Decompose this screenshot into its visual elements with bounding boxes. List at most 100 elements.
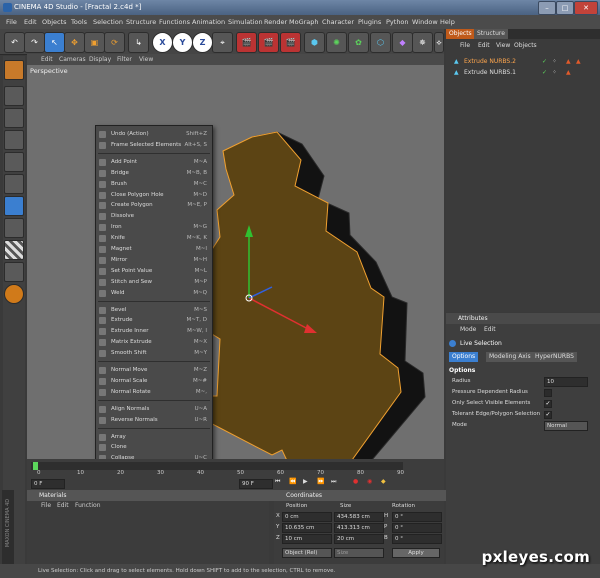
context-menu-item[interactable]: Clone [96,442,212,453]
objects-menu-file[interactable]: File [460,41,470,51]
polygons-mode-icon[interactable] [4,196,24,216]
menu-mograph[interactable]: MoGraph [289,15,319,29]
tag-icon[interactable]: ▲ [566,57,571,67]
menu-character[interactable]: Character [322,15,354,29]
time-slider-handle[interactable] [33,462,38,470]
tab-objects[interactable]: Objects [446,29,475,39]
rotation-h-field[interactable]: 0 ° [392,512,442,522]
materials-menu-function[interactable]: Function [75,501,101,511]
keyframe-icon[interactable]: ◆ [381,478,386,485]
prev-key-icon[interactable]: ⏪ [289,478,296,485]
render-flag-icon[interactable]: ⁘ [552,57,557,67]
snap-icon[interactable] [4,262,24,282]
record-icon[interactable]: ● [353,478,358,485]
sculpt-icon[interactable] [4,284,24,304]
context-menu-item[interactable]: Normal Scale M~# [96,376,212,387]
viewport-menu-cameras[interactable]: Cameras [59,54,86,65]
tab-structure[interactable]: Structure [474,29,508,39]
coordinate-system-icon[interactable]: ⌖ [212,32,233,53]
materials-menu-edit[interactable]: Edit [57,501,69,511]
visible-only-checkbox[interactable]: ✓ [544,400,552,408]
context-menu-item[interactable]: Add Point M~A [96,157,212,168]
context-menu-item[interactable]: Iron M~G [96,222,212,233]
redo-icon[interactable]: ↷ [24,32,45,53]
tab-options[interactable]: Options [449,352,479,362]
render-flag-icon[interactable]: ⁘ [552,68,557,78]
context-menu-item[interactable]: Normal Rotate M~, [96,387,212,398]
viewport-menu-filter[interactable]: Filter [117,54,132,65]
context-menu-item[interactable]: Frame Selected Elements Alt+S, S [96,140,212,151]
menu-file[interactable]: File [6,15,17,29]
size-z-field[interactable]: 20 cm [334,534,384,544]
context-menu-item[interactable]: Extrude M~T, D [96,315,212,326]
visibility-icon[interactable]: ✓ [542,68,547,78]
menu-tools[interactable]: Tools [71,15,87,29]
tolerant-selection-checkbox[interactable]: ✓ [544,411,552,419]
context-menu-item[interactable]: Normal Move M~Z [96,365,212,376]
z-axis-lock-icon[interactable]: Z [192,32,213,53]
menu-selection[interactable]: Selection [93,15,123,29]
render-picture-viewer-icon[interactable]: 🎬 [258,32,279,53]
context-menu-item[interactable]: Dissolve [96,211,212,222]
context-menu-item[interactable]: Reverse Normals U~R [96,415,212,426]
tag-icon[interactable]: ▲ [576,57,581,67]
minimize-button[interactable]: – [538,1,556,15]
array-icon[interactable]: ✿ [348,32,369,53]
object-row[interactable]: ▲ Extrude NURBS.2 ✓ ⁘ ▲ ▲ [446,57,600,67]
position-z-field[interactable]: 10 cm [282,534,332,544]
pressure-radius-checkbox[interactable] [544,389,552,397]
deformer-icon[interactable]: ⬡ [370,32,391,53]
next-key-icon[interactable]: ⏩ [317,478,324,485]
context-menu-item[interactable]: Extrude Inner M~W, I [96,326,212,337]
apply-button[interactable]: Apply [392,548,440,558]
context-menu-item[interactable]: Align Normals U~A [96,404,212,415]
close-button[interactable]: ✕ [574,1,598,15]
context-menu-item[interactable]: Brush M~C [96,179,212,190]
texture-mode-icon[interactable] [4,108,24,128]
context-menu-item[interactable]: Weld M~Q [96,288,212,299]
render-settings-icon[interactable]: 🎬 [280,32,301,53]
attributes-menu-mode[interactable]: Mode [460,325,476,335]
render-view-icon[interactable]: 🎬 [236,32,257,53]
tweak-mode-icon[interactable] [4,240,24,260]
model-mode-icon[interactable] [4,86,24,106]
context-menu-item[interactable]: Mirror M~H [96,255,212,266]
scene-icon[interactable]: ◆ [392,32,413,53]
menu-help[interactable]: Help [440,15,455,29]
context-menu-item[interactable]: Smooth Shift M~Y [96,348,212,359]
timeline-ruler[interactable] [31,462,403,470]
coordinate-mode-select[interactable]: Object (Rel) [282,548,332,558]
context-menu-item[interactable]: Array [96,432,212,443]
size-x-field[interactable]: 434.583 cm [334,512,384,522]
menu-render[interactable]: Render [264,15,287,29]
menu-python[interactable]: Python [386,15,409,29]
go-end-icon[interactable]: ⏭ [331,478,336,486]
visibility-icon[interactable]: ✓ [542,57,547,67]
size-mode-select[interactable]: Size [334,548,384,558]
make-editable-icon[interactable] [4,60,24,80]
position-x-field[interactable]: 0 cm [282,512,332,522]
live-selection-icon[interactable]: ↖ [44,32,65,53]
context-menu-item[interactable]: Knife M~K, K [96,233,212,244]
viewport-menu-view[interactable]: View [139,54,153,65]
context-menu-item[interactable]: Stitch and Sew M~P [96,277,212,288]
context-menu-item[interactable]: Bridge M~B, B [96,168,212,179]
x-axis-lock-icon[interactable]: X [152,32,173,53]
context-menu-item[interactable]: Set Point Value M~L [96,266,212,277]
cube-primitive-icon[interactable]: ⬢ [304,32,325,53]
tag-icon[interactable]: ▲ [566,68,571,78]
play-icon[interactable]: ▶ [303,478,308,485]
end-frame-field[interactable]: 90 F [239,479,273,489]
objects-menu-edit[interactable]: Edit [478,41,490,51]
current-frame-field[interactable]: 0 F [31,479,65,489]
scale-icon[interactable]: ▣ [84,32,105,53]
camera-icon[interactable]: ⟡ [434,32,444,53]
viewport-menu-edit[interactable]: Edit [41,54,53,65]
recent-tool-icon[interactable]: ↳ [128,32,149,53]
points-mode-icon[interactable] [4,152,24,172]
materials-menu-file[interactable]: File [41,501,51,511]
size-y-field[interactable]: 413.313 cm [334,523,384,533]
menu-animation[interactable]: Animation [192,15,225,29]
workplane-icon[interactable] [4,130,24,150]
attributes-menu-edit[interactable]: Edit [484,325,496,335]
